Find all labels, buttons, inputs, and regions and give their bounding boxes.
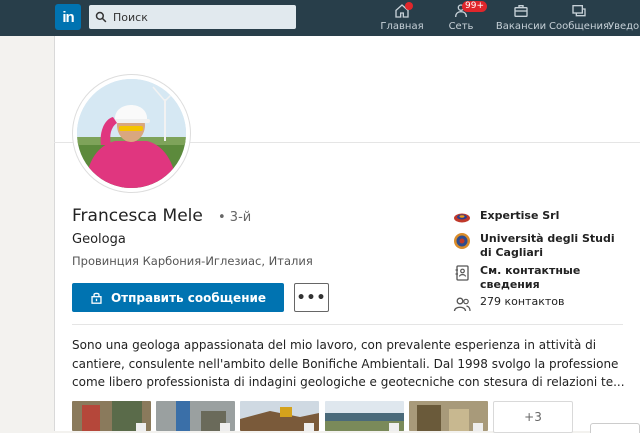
profile-headline: Geologa: [72, 232, 126, 247]
media-thumbnail[interactable]: [240, 401, 319, 431]
media-image: [325, 401, 404, 431]
media-thumbnail[interactable]: [72, 401, 151, 431]
send-message-label: Отправить сообщение: [110, 290, 267, 305]
nav-home-label: Главная: [380, 21, 424, 32]
messaging-icon: [572, 4, 586, 17]
search-box[interactable]: [89, 5, 296, 29]
nav-network-label: Сеть: [448, 21, 474, 32]
home-notification-dot: [405, 2, 413, 10]
send-message-button[interactable]: Отправить сообщение: [72, 283, 284, 312]
nav-messaging-label: Сообщения: [549, 21, 610, 32]
company-name: Expertise Srl: [480, 209, 560, 222]
nav-jobs-label: Вакансии: [495, 21, 547, 32]
connections-link[interactable]: 279 контактов: [453, 295, 564, 313]
profile-location: Провинция Карбония-Иглезиас, Италия: [72, 254, 313, 268]
media-thumbnail[interactable]: [325, 401, 404, 431]
education-school[interactable]: Università degli Studi di Cagliari: [453, 232, 625, 260]
network-badge: 99+: [462, 1, 487, 12]
lock-icon: [91, 292, 102, 304]
linkedin-logo[interactable]: in: [55, 4, 81, 30]
nav-notifications[interactable]: Уведом: [608, 0, 640, 36]
top-navigation-bar: in Главная 99+ Сеть Вакансии Сообщения У…: [0, 0, 640, 36]
more-actions-button[interactable]: •••: [294, 283, 329, 312]
more-media-button[interactable]: +3: [493, 401, 573, 433]
connection-degree: • 3-й: [218, 210, 252, 225]
media-image: [409, 401, 488, 431]
contact-card-icon: [455, 265, 469, 281]
nav-notifications-label: Уведом: [608, 21, 640, 32]
messaging-overlay-tab[interactable]: [590, 423, 640, 433]
company-logo-icon: [454, 213, 470, 223]
contact-info-label: См. контактные сведения: [480, 264, 581, 291]
search-input[interactable]: [113, 10, 293, 24]
search-icon: [95, 11, 107, 23]
school-name: Università degli Studi di Cagliari: [480, 232, 615, 259]
profile-name: Francesca Mele: [72, 206, 203, 226]
profile-avatar[interactable]: [73, 75, 190, 192]
connections-icon: [453, 297, 471, 312]
connections-count: 279 контактов: [480, 295, 565, 308]
media-thumbnail[interactable]: [409, 401, 488, 431]
media-image: [156, 401, 235, 431]
media-thumbnail[interactable]: [156, 401, 235, 431]
current-company[interactable]: Expertise Srl: [453, 209, 559, 227]
nav-messaging[interactable]: Сообщения: [549, 0, 610, 36]
media-image: [240, 401, 319, 431]
profile-photo: [77, 79, 186, 188]
contact-info-link[interactable]: См. контактные сведения: [453, 264, 590, 292]
media-image: [72, 401, 151, 431]
nav-jobs[interactable]: Вакансии: [495, 0, 547, 36]
school-logo-icon: [454, 233, 470, 249]
left-background: [0, 36, 54, 431]
jobs-icon: [514, 5, 528, 17]
section-divider: [72, 324, 623, 325]
profile-summary[interactable]: Sono una geologa appassionata del mio la…: [72, 336, 627, 392]
nav-home[interactable]: Главная: [380, 0, 424, 36]
nav-network[interactable]: 99+ Сеть: [446, 0, 487, 36]
